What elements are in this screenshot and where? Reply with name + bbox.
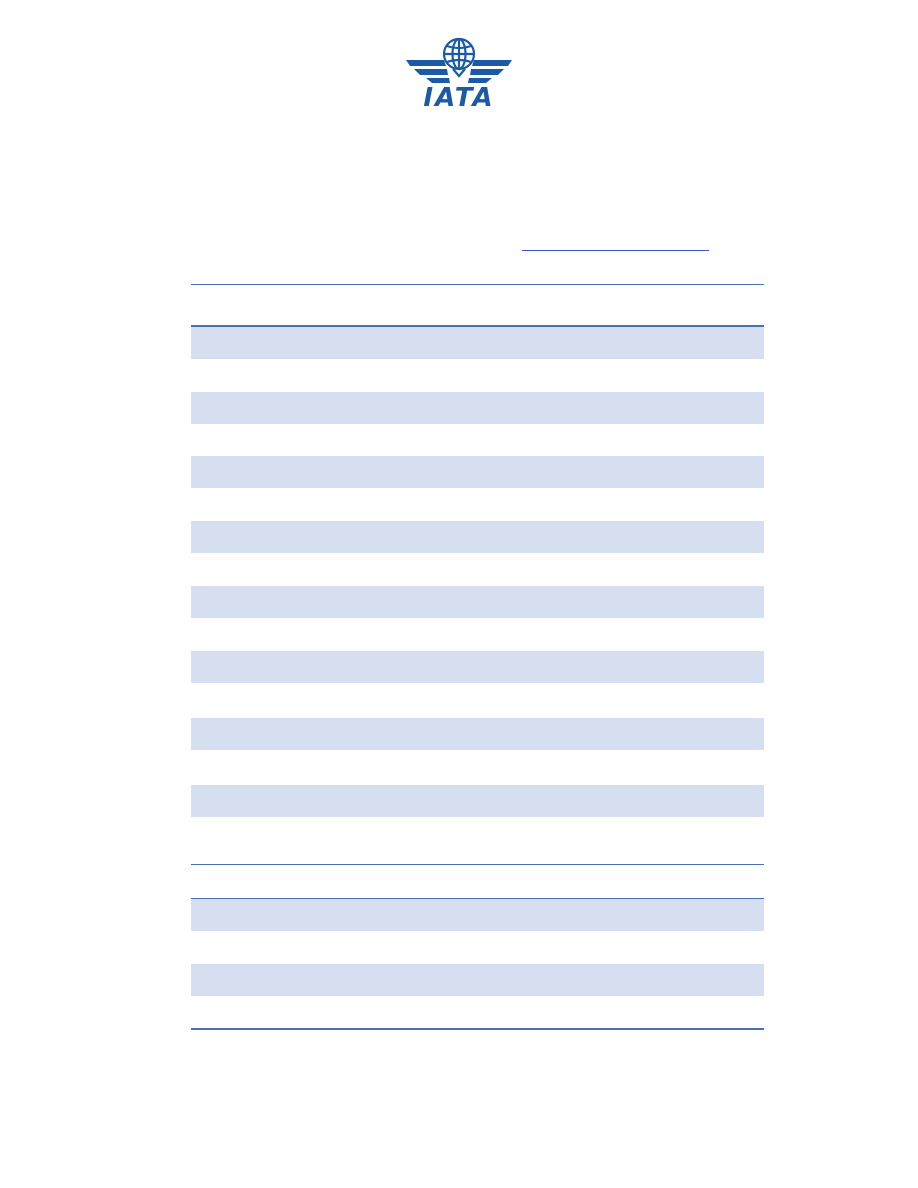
right-wing-icon: [468, 60, 512, 83]
table-row: [191, 327, 764, 359]
table-bottom-rule: [191, 1028, 764, 1030]
table-row: [191, 718, 764, 750]
table-row: [191, 964, 764, 996]
table-row: [191, 456, 764, 488]
table-row: [191, 785, 764, 817]
table-row: [191, 521, 764, 553]
logo-wordmark: IATA: [423, 83, 495, 113]
hyperlink[interactable]: [522, 250, 709, 251]
table-row: [191, 899, 764, 931]
table-row: [191, 651, 764, 683]
globe-icon: [442, 37, 476, 78]
section-rule: [191, 864, 764, 865]
table-top-rule: [191, 284, 764, 285]
left-wing-icon: [406, 60, 450, 83]
table-row: [191, 586, 764, 618]
table-row: [191, 392, 764, 424]
